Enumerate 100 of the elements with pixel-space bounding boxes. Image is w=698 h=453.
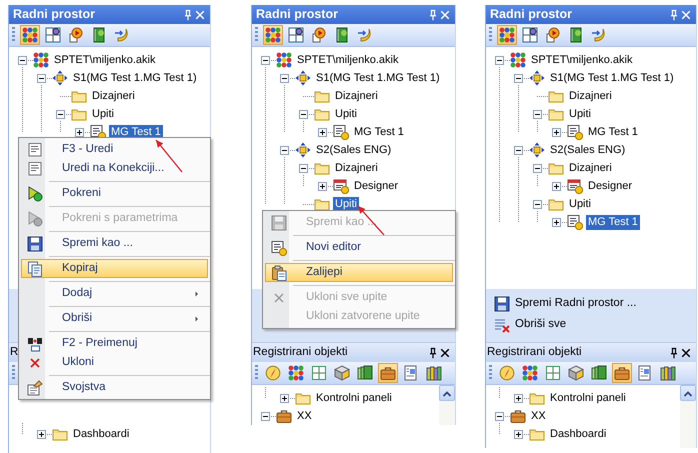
tree-item[interactable]: SPTET\miljenko.akik <box>295 52 400 68</box>
scrollbar[interactable] <box>439 385 455 425</box>
tree-item[interactable]: MG Test 1 <box>586 124 640 140</box>
scroll-up-button[interactable] <box>680 385 696 401</box>
toolbar-button[interactable] <box>520 25 540 45</box>
tree-item[interactable]: Dizajneri <box>333 88 380 104</box>
tree-item[interactable]: XX <box>529 408 548 424</box>
tree-item[interactable]: Designer <box>586 178 634 194</box>
tree-expander[interactable] <box>552 218 561 227</box>
tree-expander[interactable] <box>75 128 84 137</box>
close-icon[interactable] <box>439 346 451 358</box>
stack-icon <box>357 365 373 381</box>
tree-expander[interactable] <box>299 164 308 173</box>
menu-item[interactable]: Novi editor <box>265 238 453 257</box>
tree-item[interactable]: Dashboardi <box>71 426 132 442</box>
tree-item[interactable]: SPTET\miljenko.akik <box>52 52 158 68</box>
tree-expander[interactable] <box>514 74 523 83</box>
window-layout-icon <box>522 27 538 43</box>
tree-expander[interactable] <box>18 56 27 65</box>
menu-item[interactable]: Svojstva <box>21 378 208 397</box>
tree-item[interactable]: Dizajneri <box>333 160 380 176</box>
task-link[interactable]: Spremi Radni prostor ... <box>515 295 636 312</box>
query-icon <box>567 124 583 140</box>
diamond-arrows-icon <box>295 142 311 158</box>
run-icon <box>27 210 43 226</box>
tree-expander[interactable] <box>533 200 542 209</box>
tree-expander[interactable] <box>495 412 504 421</box>
tree-item[interactable]: S2(Sales ENG) <box>314 142 394 158</box>
save-icon <box>27 236 43 252</box>
pin-icon[interactable] <box>668 346 680 358</box>
menu-item[interactable]: Dodaj <box>21 284 208 303</box>
tree-expander[interactable] <box>280 146 289 155</box>
toolbar-button[interactable] <box>286 25 306 45</box>
scrollbar[interactable] <box>680 385 696 448</box>
tree-expander[interactable] <box>533 110 542 119</box>
toolbar-button[interactable] <box>43 25 63 45</box>
connect-icon <box>357 27 373 43</box>
tree-item[interactable]: Kontrolni paneli <box>314 390 394 406</box>
tree-expander[interactable] <box>261 412 270 421</box>
stack-icon <box>591 365 607 381</box>
diamond-arrows-icon <box>529 70 545 86</box>
pane-title: Radni prostor <box>490 6 572 24</box>
tree-item[interactable]: MG Test 1 <box>586 214 640 230</box>
cube-icon <box>568 365 584 381</box>
tree-item[interactable]: Upiti <box>333 106 360 122</box>
tree-item[interactable]: Dizajneri <box>90 88 137 104</box>
menu-item[interactable]: Ukloni <box>21 353 208 372</box>
tree-item[interactable]: Kontrolni paneli <box>548 390 628 406</box>
tree-item[interactable]: S2(Sales ENG) <box>548 142 628 158</box>
tree-expander[interactable] <box>261 56 270 65</box>
tree-expander[interactable] <box>299 110 308 119</box>
tree-item[interactable]: MG Test 1 <box>352 124 406 140</box>
tree-expander[interactable] <box>514 394 523 403</box>
clear-list-icon <box>494 316 510 333</box>
tree-item[interactable]: S1(MG Test 1.MG Test 1) <box>71 70 199 86</box>
tree-item[interactable]: Dashboardi <box>548 426 608 442</box>
dots-grid-icon <box>265 27 281 43</box>
menu-item[interactable]: Obriši <box>21 309 208 328</box>
scroll-up-button[interactable] <box>439 385 455 401</box>
tree-item[interactable]: Dizajneri <box>567 88 614 104</box>
tree-expander[interactable] <box>318 182 327 191</box>
table-grid-icon <box>311 365 327 381</box>
tree-expander[interactable] <box>280 394 289 403</box>
tree-expander[interactable] <box>514 146 523 155</box>
menu-item[interactable]: Spremi kao ... <box>21 234 208 253</box>
tree-item[interactable]: XX <box>295 408 314 424</box>
connect-icon <box>591 27 607 43</box>
tree-expander[interactable] <box>552 182 561 191</box>
tree-item[interactable]: Upiti <box>333 196 360 212</box>
tree-expander[interactable] <box>514 430 523 439</box>
task-link[interactable]: Obriši sve <box>515 316 566 334</box>
pin-icon[interactable] <box>427 346 439 358</box>
menu-item[interactable]: F3 - Uredi <box>21 140 208 159</box>
tree-item[interactable]: S1(MG Test 1.MG Test 1) <box>548 70 676 86</box>
menu-item[interactable]: F2 - Preimenuj <box>21 334 208 353</box>
tree-item[interactable]: S1(MG Test 1.MG Test 1) <box>314 70 442 86</box>
tree-expander[interactable] <box>37 74 46 83</box>
window-layout-icon <box>45 27 61 43</box>
connect-icon <box>114 27 130 43</box>
menu-item[interactable]: Pokreni <box>21 184 208 203</box>
menu-item[interactable]: Zalijepi <box>265 263 453 282</box>
tree-expander[interactable] <box>280 74 289 83</box>
tree-item[interactable]: SPTET\miljenko.akik <box>529 52 634 68</box>
tree-expander[interactable] <box>318 128 327 137</box>
close-icon[interactable] <box>680 346 692 358</box>
tree-item[interactable]: Upiti <box>90 106 116 122</box>
menu-item[interactable]: Kopiraj <box>21 259 208 278</box>
tree-item[interactable]: Upiti <box>567 106 594 122</box>
tree-item[interactable]: Designer <box>352 178 400 194</box>
tree-expander[interactable] <box>495 56 504 65</box>
tree-item[interactable]: Upiti <box>567 196 594 212</box>
tree-expander[interactable] <box>552 128 561 137</box>
menu-item[interactable]: Uredi na Konekciji... <box>21 159 208 178</box>
tree-expander[interactable] <box>533 164 542 173</box>
designer-icon <box>567 178 583 194</box>
tree-expander[interactable] <box>56 110 65 119</box>
document-icon <box>27 160 43 176</box>
tree-item[interactable]: Dizajneri <box>567 160 614 176</box>
tree-expander[interactable] <box>37 430 46 439</box>
book-icon <box>334 27 350 43</box>
